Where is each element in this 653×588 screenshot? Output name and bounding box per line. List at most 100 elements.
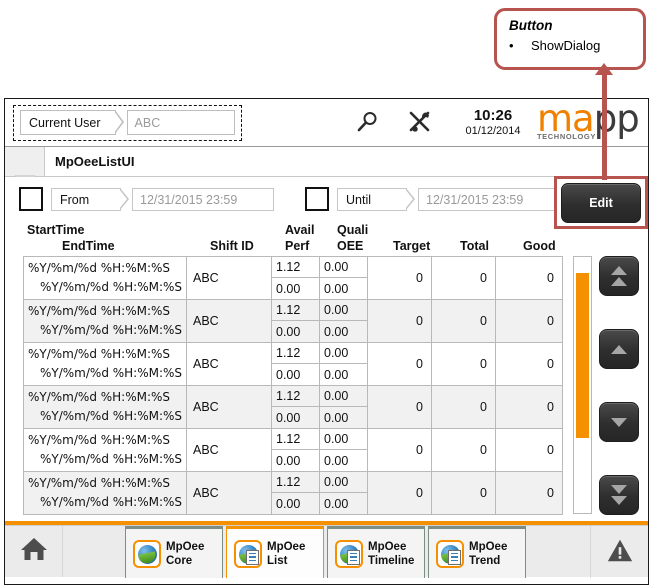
- from-filter-group: From 12/31/2015 23:59: [51, 188, 274, 211]
- tab-label: MpOee Core: [166, 540, 205, 567]
- scroll-down-button[interactable]: [599, 402, 639, 442]
- home-button[interactable]: [5, 526, 63, 577]
- until-checkbox[interactable]: [305, 187, 329, 211]
- cell-avail-perf: 1.12 0.00: [272, 343, 320, 385]
- cell-time-range: %Y/%m/%d %H:%M:%S %Y/%m/%d %H:%M:%S: [24, 429, 187, 471]
- table-row[interactable]: %Y/%m/%d %H:%M:%S %Y/%m/%d %H:%M:%S ABC 1.1…: [24, 257, 562, 300]
- cell-end-time: %Y/%m/%d %H:%M:%S: [40, 366, 183, 380]
- cell-good: 0: [547, 400, 554, 414]
- cell-good: 0: [547, 443, 554, 457]
- scroll-up-button[interactable]: [599, 329, 639, 369]
- cell-quali-oee: 0.00 0.00: [320, 429, 368, 471]
- cell-total: 0: [432, 300, 496, 342]
- cell-end-time: %Y/%m/%d %H:%M:%S: [40, 323, 183, 337]
- current-user-label: Current User: [20, 110, 124, 135]
- cell-perf: 0.00: [276, 496, 301, 511]
- clock-time: 10:26: [473, 107, 513, 124]
- logo-text-pp: pp: [593, 98, 640, 140]
- page-title-bar: MpOeeListUI: [5, 147, 648, 185]
- down-icon: [611, 417, 627, 427]
- scroll-last-button[interactable]: [599, 475, 639, 515]
- table-row[interactable]: %Y/%m/%d %H:%M:%S %Y/%m/%d %H:%M:%S ABC 1.1…: [24, 300, 562, 343]
- cell-perf: 0.00: [276, 324, 301, 339]
- table-row[interactable]: %Y/%m/%d %H:%M:%S %Y/%m/%d %H:%M:%S ABC 1.1…: [24, 429, 562, 472]
- cell-avail-perf: 1.12 0.00: [272, 386, 320, 428]
- cell-oee: 0.00: [324, 281, 349, 296]
- cell-start-time: %Y/%m/%d %H:%M:%S: [28, 433, 171, 447]
- cell-good: 0: [547, 486, 554, 500]
- current-user-value[interactable]: ABC: [126, 110, 235, 135]
- cell-good: 0: [547, 271, 554, 285]
- from-checkbox[interactable]: [19, 187, 43, 211]
- cell-oee: 0.00: [324, 324, 349, 339]
- cell-start-time: %Y/%m/%d %H:%M:%S: [28, 390, 171, 404]
- cell-quali: 0.00: [320, 429, 367, 450]
- callout-list-item: • ShowDialog: [509, 36, 633, 56]
- cell-quali-oee: 0.00 0.00: [320, 257, 368, 299]
- cell-target: 0: [368, 386, 432, 428]
- vertical-scrollbar[interactable]: [573, 256, 592, 514]
- cell-shift-id: ABC: [187, 343, 272, 385]
- col-header-total: Total: [460, 239, 489, 253]
- until-date-input[interactable]: 12/31/2015 23:59: [418, 188, 560, 211]
- cell-perf: 0.00: [276, 410, 301, 425]
- col-header-perf: Perf: [285, 239, 310, 253]
- cell-shift-id: ABC: [187, 472, 272, 514]
- table-header-row: StartTime EndTime Shift ID Avail Perf Qu…: [5, 221, 648, 256]
- cell-avail: 1.12: [272, 386, 319, 407]
- cell-good: 0: [547, 314, 554, 328]
- cell-quali: 0.00: [320, 257, 367, 278]
- tab-list[interactable]: MpOee List: [226, 526, 324, 578]
- table-row[interactable]: %Y/%m/%d %H:%M:%S %Y/%m/%d %H:%M:%S ABC 1.1…: [24, 386, 562, 429]
- scroll-first-button[interactable]: [599, 256, 639, 296]
- tools-icon[interactable]: [407, 109, 433, 135]
- cell-shift-id: ABC: [187, 429, 272, 471]
- filter-bar: From 12/31/2015 23:59 Until 12/31/2015 2…: [5, 176, 648, 229]
- cell-quali: 0.00: [320, 343, 367, 364]
- search-icon[interactable]: [355, 109, 381, 135]
- scrollbar-thumb[interactable]: [576, 273, 589, 438]
- alarm-button[interactable]: [590, 526, 648, 578]
- col-header-quali: Quali: [337, 223, 369, 237]
- from-date-input[interactable]: 12/31/2015 23:59: [132, 188, 274, 211]
- col-header-oee: OEE: [337, 239, 364, 253]
- app-header: Current User ABC 10:26 01/12/2014 mapp T…: [5, 99, 648, 147]
- tab-timeline[interactable]: MpOee Timeline: [327, 526, 425, 578]
- cell-total: 0: [432, 386, 496, 428]
- cell-total: 0: [432, 429, 496, 471]
- double-down-icon: [611, 485, 627, 505]
- bullet-icon: •: [509, 38, 514, 53]
- cell-avail: 1.12: [272, 472, 319, 493]
- cell-start-time: %Y/%m/%d %H:%M:%S: [28, 476, 171, 490]
- oee-table-area: StartTime EndTime Shift ID Avail Perf Qu…: [5, 221, 648, 521]
- tab-trend[interactable]: MpOee Trend: [428, 526, 526, 578]
- cell-target: 0: [368, 429, 432, 471]
- warning-icon: [606, 536, 634, 569]
- tab-label: MpOee Trend: [469, 540, 508, 567]
- edit-button-highlight: Edit: [554, 176, 648, 229]
- cell-total: 0: [432, 343, 496, 385]
- col-header-target: Target: [393, 239, 431, 253]
- until-label: Until: [337, 188, 415, 211]
- cell-avail-perf: 1.12 0.00: [272, 300, 320, 342]
- cell-oee: 0.00: [324, 410, 349, 425]
- cell-start-time: %Y/%m/%d %H:%M:%S: [28, 347, 171, 361]
- cell-quali-oee: 0.00 0.00: [320, 343, 368, 385]
- callout-arrow-stem: [602, 70, 607, 180]
- bottom-navigation-bar: MpOee Core MpOee List MpOee Timeline MpOee Tren…: [5, 525, 648, 578]
- table-row[interactable]: %Y/%m/%d %H:%M:%S %Y/%m/%d %H:%M:%S ABC 1.1…: [24, 472, 562, 515]
- edit-button[interactable]: Edit: [561, 182, 641, 223]
- cell-oee: 0.00: [324, 367, 349, 382]
- cell-shift-id: ABC: [187, 257, 272, 299]
- cell-start-time: %Y/%m/%d %H:%M:%S: [28, 304, 171, 318]
- home-icon: [19, 534, 49, 569]
- callout-item-label: ShowDialog: [531, 38, 601, 53]
- callout-title: Button: [509, 18, 553, 33]
- cell-start-time: %Y/%m/%d %H:%M:%S: [28, 261, 171, 275]
- cell-target: 0: [368, 257, 432, 299]
- cell-quali-oee: 0.00 0.00: [320, 386, 368, 428]
- callout-balloon: Button • ShowDialog: [494, 8, 646, 70]
- cell-time-range: %Y/%m/%d %H:%M:%S %Y/%m/%d %H:%M:%S: [24, 472, 187, 514]
- tab-core[interactable]: MpOee Core: [125, 526, 223, 578]
- table-row[interactable]: %Y/%m/%d %H:%M:%S %Y/%m/%d %H:%M:%S ABC 1.1…: [24, 343, 562, 386]
